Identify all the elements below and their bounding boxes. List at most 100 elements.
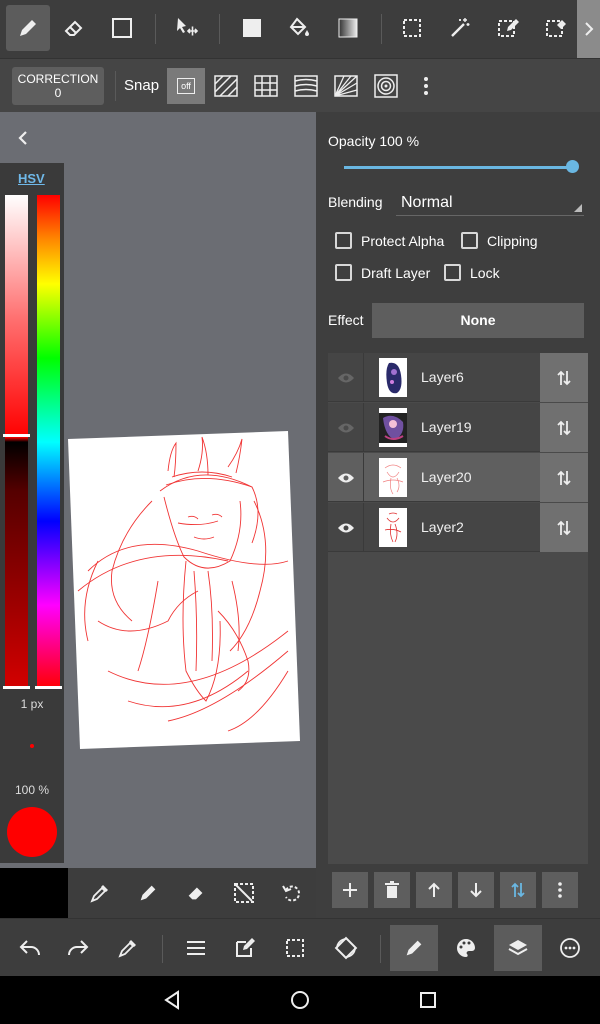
protect-alpha-checkbox[interactable]: Protect Alpha (335, 232, 444, 249)
select-button[interactable] (271, 925, 319, 971)
eyedropper-quick-button[interactable] (80, 873, 120, 913)
top-toolbar (0, 0, 600, 58)
move-tool-button[interactable] (165, 5, 209, 51)
home-nav-button[interactable] (284, 984, 316, 1016)
menu-button[interactable] (172, 925, 220, 971)
recents-square-icon (419, 991, 437, 1009)
add-layer-button[interactable] (332, 872, 368, 908)
eye-icon (337, 422, 355, 434)
eraser-quick-button[interactable] (176, 873, 216, 913)
layer-visibility-toggle[interactable] (328, 403, 364, 452)
bottom-toolbar (0, 918, 600, 976)
more-options-button[interactable] (546, 925, 594, 971)
arrow-down-icon (469, 882, 483, 898)
rotate-canvas-button[interactable] (322, 925, 370, 971)
pencil-icon (16, 16, 40, 40)
eye-icon (337, 522, 355, 534)
correction-button[interactable]: CORRECTION 0 (12, 67, 104, 105)
layer-visibility-toggle[interactable] (328, 353, 364, 402)
arrow-up-icon (427, 882, 441, 898)
snap-parallel-button[interactable] (207, 68, 245, 104)
pen-quick-button[interactable] (128, 873, 168, 913)
selection-pen-tool-button[interactable] (486, 5, 530, 51)
snap-radial-button[interactable] (327, 68, 365, 104)
saturation-value-slider[interactable] (5, 195, 28, 689)
delete-layer-button[interactable] (374, 872, 410, 908)
snap-off-button[interactable]: off (167, 68, 205, 104)
opacity-slider[interactable] (344, 166, 572, 169)
recents-nav-button[interactable] (412, 984, 444, 1016)
fill-rectangle-tool-button[interactable] (230, 5, 274, 51)
eraser-tool-button[interactable] (52, 5, 96, 51)
hue-slider[interactable] (37, 195, 60, 689)
dashed-selection-icon (285, 938, 305, 958)
eye-icon (337, 372, 355, 384)
current-color-swatch[interactable] (7, 807, 57, 857)
brush-panel-button[interactable] (390, 925, 438, 971)
gradient-tool-button[interactable] (326, 5, 370, 51)
color-panel-button[interactable] (442, 925, 490, 971)
rotate-quick-button[interactable] (272, 873, 312, 913)
saturation-slider-handle[interactable] (3, 434, 30, 437)
selection-eraser-tool-button[interactable] (534, 5, 578, 51)
layer-row[interactable]: Layer2 (328, 503, 588, 552)
hsv-tab[interactable]: HSV (18, 171, 45, 186)
blending-mode-select[interactable]: Normal (396, 186, 584, 216)
pen-tool-button[interactable] (6, 5, 50, 51)
collapse-palette-button[interactable] (12, 124, 36, 152)
layer-row-selected[interactable]: Layer20 (328, 453, 588, 502)
clipping-checkbox[interactable]: Clipping (461, 232, 538, 249)
snap-circle-button[interactable] (367, 68, 405, 104)
layer-reorder-handle[interactable] (540, 503, 588, 552)
swap-vertical-icon (556, 519, 572, 537)
layer-row[interactable]: Layer6 (328, 353, 588, 402)
drawing-canvas[interactable] (68, 431, 300, 749)
value-slider-handle[interactable] (3, 686, 30, 689)
edit-button[interactable] (221, 925, 269, 971)
chevron-right-icon (584, 22, 594, 36)
layer-row[interactable]: Layer19 (328, 403, 588, 452)
square-icon (111, 17, 133, 39)
toolbar-divider (155, 14, 156, 44)
deselect-quick-button[interactable] (224, 873, 264, 913)
hue-slider-handle[interactable] (35, 686, 62, 689)
back-nav-button[interactable] (156, 984, 188, 1016)
redo-button[interactable] (54, 925, 102, 971)
layer-name: Layer20 (421, 469, 472, 485)
magic-wand-tool-button[interactable] (438, 5, 482, 51)
toolbar-scroll-button[interactable] (577, 0, 600, 58)
eyedropper-icon (89, 882, 111, 904)
layer-panel-button[interactable] (494, 925, 542, 971)
opacity-slider-handle[interactable] (566, 160, 579, 173)
effect-button[interactable]: None (372, 303, 584, 338)
layer-reorder-mode-button[interactable] (500, 872, 536, 908)
selection-tool-button[interactable] (390, 5, 434, 51)
edit-square-icon (234, 937, 256, 959)
snap-more-button[interactable] (407, 68, 445, 104)
layer-reorder-handle[interactable] (540, 353, 588, 402)
layer-visibility-toggle[interactable] (328, 503, 364, 552)
rotate-icon (281, 882, 303, 904)
snap-horizontal-button[interactable] (287, 68, 325, 104)
snap-grid-button[interactable] (247, 68, 285, 104)
draft-layer-checkbox[interactable]: Draft Layer (335, 264, 430, 281)
layer-reorder-handle[interactable] (540, 403, 588, 452)
layer-reorder-handle[interactable] (540, 453, 588, 502)
layer-thumbnail (379, 358, 407, 397)
selection-eraser-icon (544, 16, 568, 40)
shape-tool-button[interactable] (100, 5, 144, 51)
layer-thumbnail (379, 508, 407, 547)
move-layer-down-button[interactable] (458, 872, 494, 908)
layer-visibility-toggle[interactable] (328, 453, 364, 502)
layer-more-button[interactable] (542, 872, 578, 908)
bucket-tool-button[interactable] (277, 5, 321, 51)
lock-checkbox[interactable]: Lock (444, 264, 500, 281)
move-layer-up-button[interactable] (416, 872, 452, 908)
parallel-lines-icon (214, 75, 238, 97)
brush-size-label[interactable]: 1 px (0, 697, 64, 711)
undo-button[interactable] (6, 925, 54, 971)
snap-off-label: off (177, 78, 195, 94)
eyedropper-button[interactable] (104, 925, 152, 971)
pencil-icon (137, 882, 159, 904)
brush-opacity-label[interactable]: 100 % (0, 783, 64, 797)
